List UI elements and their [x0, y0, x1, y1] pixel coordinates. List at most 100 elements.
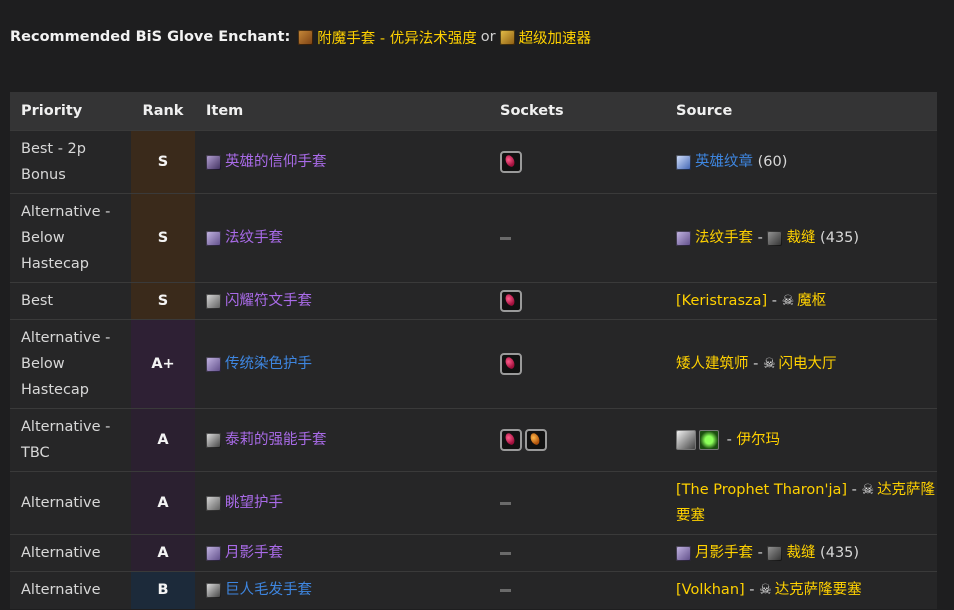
no-sockets-dash — [500, 236, 511, 240]
item-cell: 英雄的信仰手套 — [195, 130, 489, 194]
source-link[interactable]: 月影手套 — [695, 545, 753, 561]
source-cell: - 伊尔玛 — [665, 408, 937, 472]
source-separator: - — [748, 356, 763, 372]
header-priority: Priority — [10, 92, 131, 131]
header-source: Source — [665, 92, 937, 131]
dungeon-link[interactable]: 魔枢 — [797, 293, 826, 309]
bis-gloves-table: Priority Rank Item Sockets Source Best -… — [10, 92, 937, 609]
glove-icon — [206, 582, 221, 598]
no-sockets-dash — [500, 551, 511, 555]
item-cell: 闪耀符文手套 — [195, 282, 489, 320]
table-row: Alternative B 巨人毛发手套 [Volkhan] - ☠ 达克萨隆要塞 — [10, 571, 937, 609]
tailoring-icon — [767, 230, 783, 246]
red-gem-socket-icon[interactable] — [500, 353, 522, 375]
source-cell: [The Prophet Tharon'ja] - ☠ 达克萨隆要塞 — [665, 471, 937, 535]
glove-icon — [206, 293, 221, 309]
or-text: or — [480, 29, 496, 45]
source-cell: 英雄纹章 (60) — [665, 130, 937, 194]
no-sockets-dash — [500, 501, 511, 505]
skull-icon: ☠ — [759, 582, 772, 599]
dungeon-link[interactable]: 达克萨隆要塞 — [775, 582, 862, 598]
source-boss-link[interactable]: 矮人建筑师 — [676, 356, 749, 372]
no-sockets-dash — [500, 588, 511, 592]
source-cell: [Keristrasza] - ☠ 魔枢 — [665, 282, 937, 320]
priority-cell: Alternative — [10, 571, 131, 609]
source-separator: - — [753, 230, 768, 246]
recommendation-colon: : — [284, 29, 291, 45]
item-link[interactable]: 眺望护手 — [225, 495, 283, 511]
item-link[interactable]: 闪耀符文手套 — [225, 293, 312, 309]
priority-cell: Alternative — [10, 534, 131, 572]
item-cell: 传统染色护手 — [195, 319, 489, 409]
priority-cell: Alternative - Below Hastecap — [10, 319, 131, 409]
rank-cell: S — [131, 130, 195, 194]
sockets-cell — [489, 130, 665, 194]
priority-cell: Alternative - Below Hastecap — [10, 193, 131, 283]
gauntlet-icon — [206, 495, 221, 511]
orange-gem-socket-icon[interactable] — [525, 429, 547, 451]
source-separator: - — [744, 582, 760, 599]
glove-icon — [206, 545, 221, 561]
table-row: Alternative - TBC A 泰莉的强能手套 - 伊尔玛 — [10, 408, 937, 472]
item-cell: 巨人毛发手套 — [195, 571, 489, 609]
red-gem-socket-icon[interactable] — [500, 151, 522, 173]
source-separator: - — [767, 293, 782, 309]
table-row: Alternative A 月影手套 月影手套 - 裁缝 (435) — [10, 534, 937, 572]
npc-portrait-icon[interactable] — [676, 430, 696, 450]
rank-cell: S — [131, 282, 195, 320]
source-boss-link[interactable]: [Keristrasza] — [676, 293, 767, 309]
profession-link[interactable]: 裁缝 — [786, 545, 815, 561]
gauntlet-icon — [206, 356, 221, 372]
source-link[interactable]: 英雄纹章 — [695, 154, 753, 170]
source-separator: - — [753, 545, 768, 561]
rank-cell: A — [131, 408, 195, 472]
item-link[interactable]: 巨人毛发手套 — [225, 582, 312, 598]
sockets-cell — [489, 408, 665, 472]
sockets-cell — [489, 193, 665, 283]
profession-link[interactable]: 裁缝 — [786, 230, 815, 246]
item-cell: 月影手套 — [195, 534, 489, 572]
item-link[interactable]: 英雄的信仰手套 — [225, 154, 327, 170]
glowing-orb-icon[interactable] — [699, 430, 719, 450]
table-row: Alternative - Below Hastecap S 法纹手套 法纹手套… — [10, 193, 937, 283]
dungeon-link[interactable]: 闪电大厅 — [779, 356, 837, 372]
red-gem-socket-icon[interactable] — [500, 429, 522, 451]
glove-icon — [206, 230, 221, 246]
skull-icon: ☠ — [781, 293, 795, 309]
red-gem-socket-icon[interactable] — [500, 290, 522, 312]
zone-link[interactable]: 伊尔玛 — [736, 432, 780, 448]
item-link[interactable]: 月影手套 — [225, 545, 283, 561]
recommendation-label: Recommended BiS Glove Enchant — [10, 29, 285, 45]
item-cell: 泰莉的强能手套 — [195, 408, 489, 472]
item-link[interactable]: 泰莉的强能手套 — [225, 432, 327, 448]
source-cost: (60) — [753, 154, 788, 170]
header-sockets: Sockets — [489, 92, 665, 131]
skill-level: (435) — [815, 230, 860, 246]
table-row: Alternative A 眺望护手 [The Prophet Tharon'j… — [10, 471, 937, 535]
pattern-icon — [676, 230, 691, 246]
item-cell: 眺望护手 — [195, 471, 489, 535]
source-boss-link[interactable]: [The Prophet Tharon'ja] — [676, 482, 847, 498]
skull-icon: ☠ — [861, 482, 875, 498]
item-link[interactable]: 法纹手套 — [225, 230, 283, 246]
pattern-icon — [676, 545, 691, 561]
source-cell: 矮人建筑师 - ☠ 闪电大厅 — [665, 319, 937, 409]
source-separator: - — [722, 432, 737, 448]
priority-cell: Alternative - TBC — [10, 408, 131, 472]
priority-cell: Alternative — [10, 471, 131, 535]
table-header-row: Priority Rank Item Sockets Source — [10, 92, 937, 131]
item-cell: 法纹手套 — [195, 193, 489, 283]
sockets-cell — [489, 534, 665, 572]
source-boss-link[interactable]: [Volkhan] — [676, 582, 745, 598]
enchant-spellpower-link[interactable]: 附魔手套 - 优异法术强度 — [317, 27, 476, 48]
glove-icon — [206, 432, 221, 448]
sockets-cell — [489, 282, 665, 320]
skill-level: (435) — [815, 545, 860, 561]
sockets-cell — [489, 471, 665, 535]
source-link[interactable]: 法纹手套 — [695, 230, 753, 246]
item-link[interactable]: 传统染色护手 — [225, 356, 312, 372]
enchant-accelerator-link[interactable]: 超级加速器 — [519, 27, 592, 48]
header-item: Item — [195, 92, 489, 131]
source-separator: - — [847, 482, 862, 498]
header-rank: Rank — [131, 92, 195, 131]
